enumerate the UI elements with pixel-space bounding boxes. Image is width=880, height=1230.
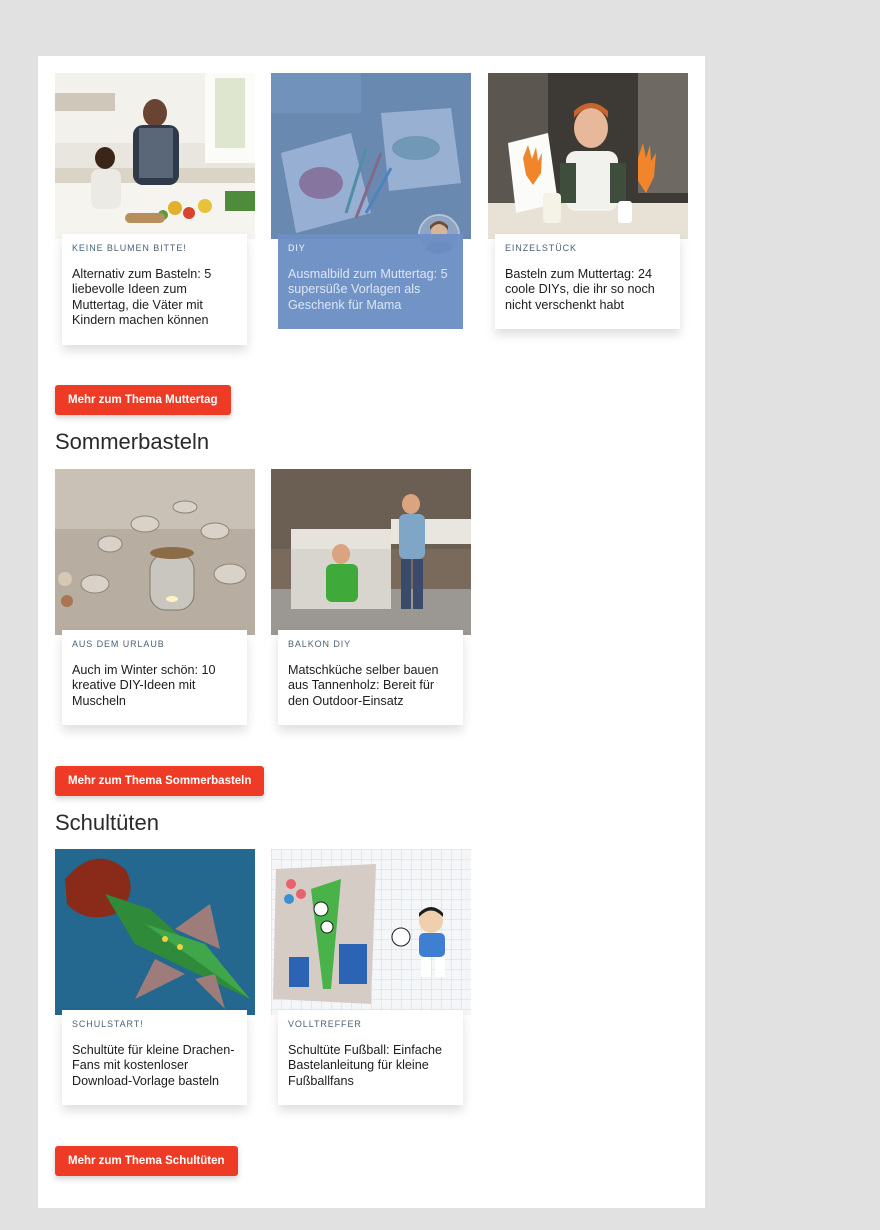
- article-image-dragon-cone[interactable]: [55, 849, 255, 1015]
- article-kicker: AUS DEM URLAUB: [72, 639, 165, 649]
- article-title[interactable]: Auch im Winter schön: 10 kreative DIY-Id…: [72, 663, 237, 709]
- article-title[interactable]: Matschküche selber bauen aus Tannenholz:…: [288, 663, 453, 709]
- article-kicker: BALKON DIY: [288, 639, 352, 649]
- article-kicker: DIY: [288, 243, 306, 253]
- more-sommerbasteln-button[interactable]: Mehr zum Thema Sommerbasteln: [55, 766, 265, 796]
- article-image-boy-handprint[interactable]: [488, 73, 688, 239]
- section-heading-sommerbasteln: Sommerbasteln: [55, 429, 210, 454]
- article-image-father-kitchen[interactable]: [55, 73, 255, 239]
- article-kicker: KEINE BLUMEN BITTE!: [72, 243, 187, 253]
- article-title[interactable]: Alternativ zum Basteln: 5 liebevolle Ide…: [72, 267, 237, 329]
- more-muttertag-button[interactable]: Mehr zum Thema Muttertag: [55, 385, 231, 415]
- article-kicker: EINZELSTÜCK: [505, 243, 577, 253]
- article-kicker: SCHULSTART!: [72, 1019, 144, 1029]
- article-meta[interactable]: AUS DEM URLAUB Auch im Winter schön: 10 …: [62, 630, 247, 726]
- section-heading-schultueten: Schultüten: [55, 810, 159, 835]
- article-image-shell-candles[interactable]: [55, 469, 255, 635]
- article-image-football-cone[interactable]: [271, 849, 471, 1015]
- content-panel: KEINE BLUMEN BITTE! Alternativ zum Baste…: [38, 56, 705, 1208]
- article-meta[interactable]: DIY Ausmalbild zum Muttertag: 5 supersüß…: [278, 234, 463, 330]
- article-title[interactable]: Schultüte für kleine Drachen-Fans mit ko…: [72, 1043, 237, 1089]
- article-title[interactable]: Ausmalbild zum Muttertag: 5 supersüße Vo…: [288, 267, 453, 313]
- article-kicker: VOLLTREFFER: [288, 1019, 362, 1029]
- article-image-mud-kitchen[interactable]: [271, 469, 471, 635]
- article-meta[interactable]: EINZELSTÜCK Basteln zum Muttertag: 24 co…: [495, 234, 680, 330]
- article-meta[interactable]: BALKON DIY Matschküche selber bauen aus …: [278, 630, 463, 726]
- article-meta[interactable]: VOLLTREFFER Schultüte Fußball: Einfache …: [278, 1010, 463, 1106]
- article-meta[interactable]: KEINE BLUMEN BITTE! Alternativ zum Baste…: [62, 234, 247, 345]
- article-title[interactable]: Basteln zum Muttertag: 24 coole DIYs, di…: [505, 267, 670, 313]
- more-schultueten-button[interactable]: Mehr zum Thema Schultüten: [55, 1146, 238, 1176]
- article-meta[interactable]: SCHULSTART! Schultüte für kleine Drachen…: [62, 1010, 247, 1106]
- article-title[interactable]: Schultüte Fußball: Einfache Bastelanleit…: [288, 1043, 453, 1089]
